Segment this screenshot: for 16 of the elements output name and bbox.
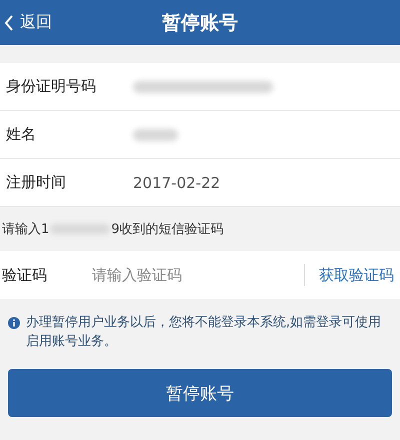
field-value: 2017-02-22 bbox=[133, 174, 220, 192]
sms-hint-text: 9收到的短信验证码 bbox=[111, 221, 224, 238]
back-icon bbox=[4, 14, 14, 30]
page-title: 暂停账号 bbox=[162, 10, 238, 36]
info-icon bbox=[8, 317, 20, 329]
field-label: 姓名 bbox=[6, 125, 37, 144]
get-code-link[interactable]: 获取验证码 bbox=[305, 251, 400, 299]
field-label: 身份证明号码 bbox=[6, 77, 97, 96]
notice-text: 办理暂停用户业务以后，您将不能登录本系统,如需登录可使用启用账号业务。 bbox=[26, 314, 382, 351]
sms-hint-text: 请输入1 bbox=[2, 221, 50, 238]
field-label: 注册时间 bbox=[6, 173, 67, 192]
code-input[interactable]: 请输入验证码 bbox=[92, 251, 304, 299]
back-button[interactable]: 返回 bbox=[2, 10, 54, 35]
redacted-value bbox=[133, 128, 178, 140]
field-label: 验证码 bbox=[0, 251, 92, 299]
suspend-button[interactable]: 暂停账号 bbox=[8, 369, 392, 417]
